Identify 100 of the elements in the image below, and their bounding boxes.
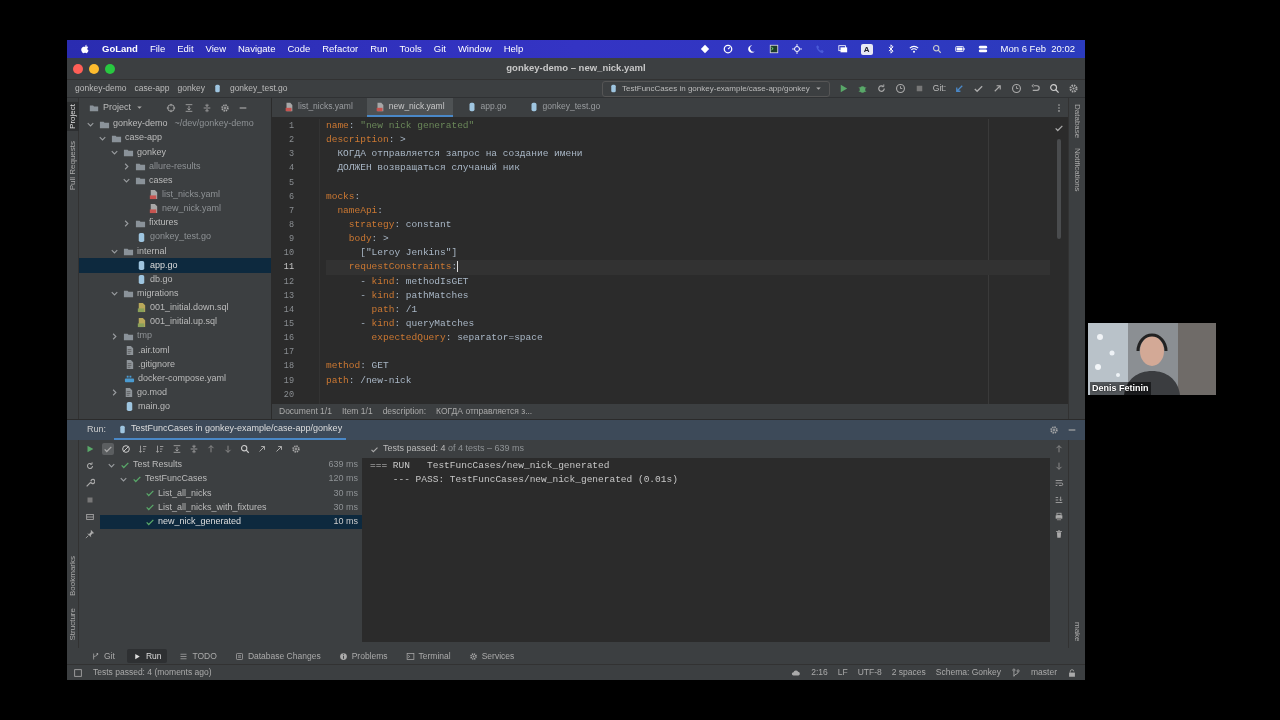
tree-item[interactable]: case-app	[79, 131, 271, 146]
trash-icon[interactable]	[1054, 529, 1064, 539]
check-icon[interactable]	[973, 83, 984, 94]
status-item[interactable]: 2:16	[811, 666, 828, 679]
test-item[interactable]: List_all_nicks_with_fixtures 30 ms	[100, 500, 362, 515]
status-item[interactable]: master	[1031, 666, 1057, 679]
breadcrumb[interactable]: Document 1/1	[279, 405, 332, 418]
clock-icon[interactable]	[1011, 83, 1022, 94]
run-tab[interactable]: TestFuncCases in gonkey-example/case-app/gonkey	[114, 420, 347, 440]
search-icon[interactable]	[931, 44, 942, 54]
test-item[interactable]: List_all_nicks 30 ms	[100, 486, 362, 501]
menu-item[interactable]: Git	[433, 41, 446, 57]
test-item[interactable]: new_nick_generated 10 ms	[100, 514, 362, 529]
menu-item[interactable]: Edit	[177, 41, 194, 57]
target-icon[interactable]	[166, 102, 176, 113]
rerun-icon[interactable]	[875, 83, 887, 94]
soft-wrap-icon[interactable]	[1054, 478, 1064, 488]
tool-window-tab[interactable]: Project	[67, 102, 79, 131]
tree-item[interactable]: .gitignore	[79, 357, 271, 372]
pin-icon[interactable]	[84, 529, 95, 539]
search-icon[interactable]	[1049, 83, 1060, 94]
moon-icon[interactable]	[745, 44, 756, 54]
tool-window-tab[interactable]: Notifications	[1071, 148, 1083, 192]
tree-item[interactable]: 001_initial.down.sql	[79, 300, 271, 315]
input-source[interactable]: A	[860, 43, 873, 55]
search-icon[interactable]	[240, 444, 250, 454]
tree-item[interactable]: list_nicks.yaml	[79, 187, 271, 202]
tree-item[interactable]: db.go	[79, 272, 271, 287]
menu-item[interactable]: File	[149, 41, 166, 57]
rerun-icon[interactable]	[84, 461, 95, 471]
scrollbar-thumb[interactable]	[1057, 139, 1061, 239]
collapse-all-icon[interactable]	[189, 444, 199, 454]
arrow-up-icon[interactable]	[1054, 444, 1064, 454]
tree-item[interactable]: docker-compose.yaml	[79, 371, 271, 386]
menu-item[interactable]: Help	[503, 41, 524, 57]
settings-icon[interactable]	[1049, 425, 1059, 435]
tool-tab[interactable]: TODO	[173, 648, 223, 664]
settings-icon[interactable]	[291, 444, 301, 454]
clock-icon[interactable]	[894, 83, 906, 94]
menu-item[interactable]: View	[205, 41, 226, 57]
breadcrumb[interactable]: gonkey_test.go	[229, 82, 288, 95]
collapse-all-icon[interactable]	[202, 102, 212, 113]
arrow-down-icon[interactable]	[1054, 461, 1064, 471]
tree-item[interactable]: allure-results	[79, 159, 271, 174]
layout-icon[interactable]	[84, 512, 95, 522]
menu-item[interactable]: Refactor	[322, 41, 359, 57]
editor-tab[interactable]: gonkey_test.go	[520, 98, 609, 117]
terminal-icon[interactable]	[768, 44, 779, 54]
menu-item[interactable]: Run	[370, 41, 388, 57]
tool-tab[interactable]: Database Changes	[228, 648, 327, 664]
breadcrumb[interactable]: gonkey-demo	[75, 82, 127, 95]
settings-icon[interactable]	[220, 102, 230, 113]
tree-item[interactable]: new_nick.yaml	[79, 201, 271, 216]
tree-item[interactable]: cases	[79, 173, 271, 188]
test-item[interactable]: TestFuncCases 120 ms	[100, 472, 362, 487]
tool-tab[interactable]: Problems	[332, 648, 394, 664]
lock-icon[interactable]	[1067, 667, 1077, 678]
tree-item[interactable]: gonkey_test.go	[79, 230, 271, 245]
control-center-icon[interactable]	[977, 44, 988, 54]
tree-item[interactable]: 001_initial.up.sql	[79, 314, 271, 330]
show-passed-toggle[interactable]	[102, 443, 114, 455]
cloud-icon[interactable]	[791, 667, 802, 678]
menu-item[interactable]: Navigate	[238, 41, 276, 57]
tool-window-tab[interactable]: Database	[1071, 104, 1083, 139]
crosshair-icon[interactable]	[791, 44, 802, 54]
arrow-down-icon[interactable]	[223, 444, 233, 454]
tool-tab[interactable]: Run	[126, 648, 168, 664]
test-item[interactable]: Test Results 639 ms	[100, 458, 362, 473]
tool-window-tab[interactable]: Bookmarks	[67, 553, 79, 598]
status-item[interactable]: Schema: Gonkey	[935, 666, 1001, 679]
breadcrumb[interactable]: gonkey	[177, 82, 205, 95]
tree-item[interactable]: app.go	[79, 258, 271, 273]
arrow-icon[interactable]	[992, 83, 1003, 94]
breadcrumb[interactable]: Item 1/1	[341, 405, 373, 418]
clock[interactable]: Mon 6 Feb 20:02	[1000, 41, 1075, 57]
tree-item[interactable]: gonkey	[79, 145, 271, 160]
arrow-up-icon[interactable]	[206, 444, 216, 454]
bug-icon[interactable]	[856, 83, 868, 94]
expand-all-icon[interactable]	[184, 102, 194, 113]
square-icon[interactable]	[73, 667, 83, 678]
tool-tab[interactable]: Terminal	[399, 648, 457, 664]
menu-item[interactable]: Tools	[399, 41, 422, 57]
editor-tab[interactable]: list_nicks.yaml	[276, 98, 361, 117]
tree-item[interactable]: gonkey-demo ~/dev/gonkey-demo	[79, 117, 271, 132]
menu-item[interactable]: Window	[457, 41, 492, 57]
tree-item[interactable]: tmp	[79, 329, 271, 344]
printer-icon[interactable]	[1054, 512, 1064, 522]
expand-all-icon[interactable]	[172, 444, 182, 454]
sort-icon[interactable]	[155, 444, 165, 454]
breadcrumb[interactable]: case-app	[134, 82, 170, 95]
status-message[interactable]: Tests passed: 4 (moments ago)	[93, 666, 212, 679]
breadcrumb[interactable]: description:	[382, 405, 427, 418]
diamond-icon[interactable]	[699, 44, 710, 54]
editor-tab[interactable]: new_nick.yaml	[366, 98, 453, 117]
tree-item[interactable]: go.mod	[79, 385, 271, 400]
scroll-to-end-icon[interactable]	[1054, 495, 1064, 505]
screens-icon[interactable]	[837, 44, 848, 54]
no-entry-icon[interactable]	[121, 444, 131, 454]
tool-tab[interactable]: Git	[85, 648, 121, 664]
tree-item[interactable]: migrations	[79, 286, 271, 301]
